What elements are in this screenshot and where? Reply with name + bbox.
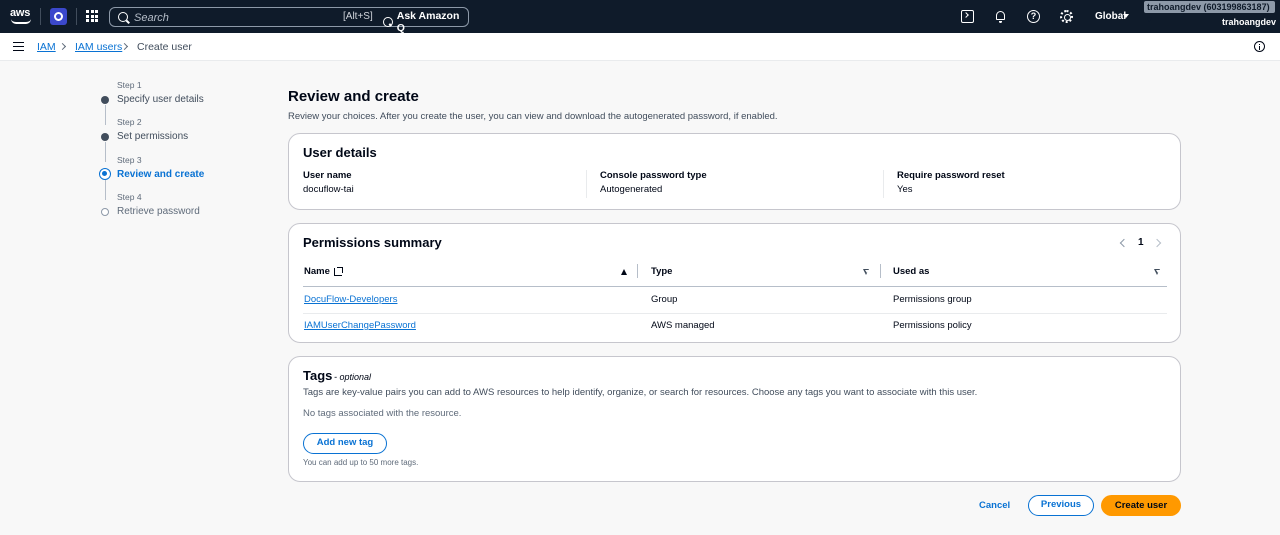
ask-amazon-q-button[interactable]: Ask Amazon Q (383, 10, 468, 34)
cloudshell-icon[interactable] (961, 10, 974, 23)
previous-button[interactable]: Previous (1028, 495, 1094, 516)
aws-logo-smile (11, 19, 31, 24)
column-header-label: Name (304, 266, 330, 277)
sort-icon[interactable] (863, 269, 870, 275)
column-divider (586, 170, 587, 198)
search-input[interactable] (134, 10, 334, 25)
apps-grid-icon[interactable] (86, 10, 98, 22)
column-header-name[interactable]: Name (304, 266, 343, 277)
step-title[interactable]: Set permissions (117, 131, 188, 142)
step-connector (104, 105, 106, 125)
used-as-cell: Permissions group (893, 294, 972, 305)
optional-label: - optional (334, 372, 372, 382)
add-new-tag-button[interactable]: Add new tag (303, 433, 387, 454)
tags-description: Tags are key-value pairs you can add to … (303, 387, 978, 398)
info-icon[interactable] (1254, 41, 1265, 52)
tags-empty-state: No tags associated with the resource. (303, 408, 462, 419)
card-title: Permissions summary (303, 235, 442, 250)
column-header-label: Type (651, 266, 673, 277)
chevron-right-icon (58, 42, 67, 51)
search-box: [Alt+S] Ask Amazon Q (109, 7, 469, 34)
search-icon (118, 12, 128, 22)
step-number: Step 1 (117, 80, 142, 90)
menu-icon[interactable] (13, 42, 24, 51)
region-selector[interactable]: Global (1095, 11, 1126, 22)
password-type-value: Autogenerated (600, 184, 663, 195)
step-completed-icon (101, 133, 109, 141)
external-link-icon (333, 266, 343, 276)
breadcrumb-iam-users[interactable]: IAM users (75, 41, 122, 53)
step-upcoming-icon (101, 208, 109, 216)
user-details-card: User details User name docuflow-tai Cons… (288, 133, 1181, 210)
tags-hint: You can add up to 50 more tags. (303, 458, 419, 467)
breadcrumb-bar: IAM IAM users Create user (0, 33, 1280, 61)
sort-ascending-icon[interactable] (621, 269, 627, 275)
gear-icon[interactable] (1060, 10, 1073, 23)
type-cell: Group (651, 294, 678, 305)
step-active-icon (99, 168, 111, 180)
column-header-type[interactable]: Type (651, 266, 672, 277)
help-icon[interactable]: ? (1027, 10, 1040, 23)
card-title: User details (303, 145, 377, 160)
card-title: Tags (303, 368, 333, 383)
permissions-summary-card: Permissions summary 1 Name Type Used as … (288, 223, 1181, 343)
column-header-label: Used as (893, 266, 930, 277)
cancel-button[interactable]: Cancel (979, 500, 1010, 511)
password-reset-value: Yes (897, 184, 913, 195)
step-connector (104, 180, 106, 200)
step-number: Step 3 (117, 155, 142, 165)
caret-down-icon (1123, 14, 1129, 18)
used-as-cell: Permissions policy (893, 320, 972, 331)
tags-card: Tags - optional Tags are key-value pairs… (288, 356, 1181, 482)
top-navigation: aws [Alt+S] Ask Amazon Q ? Global trahoa… (0, 0, 1280, 34)
breadcrumb-iam[interactable]: IAM (37, 41, 56, 53)
step-number: Step 2 (117, 117, 142, 127)
column-divider[interactable] (880, 264, 881, 278)
account-menu[interactable]: trahoangdev (603199863187) ▾ (1144, 1, 1275, 24)
policy-name-link[interactable]: DocuFlow-Developers (304, 294, 397, 305)
nav-divider (40, 8, 41, 25)
step-title[interactable]: Specify user details (117, 94, 204, 105)
step-title: Review and create (117, 169, 205, 180)
policy-name-link[interactable]: IAMUserChangePassword (304, 320, 416, 331)
user-name-value: docuflow-tai (303, 184, 354, 195)
field-label: Require password reset (897, 170, 1005, 181)
search-shortcut: [Alt+S] (343, 11, 373, 22)
pagination-current-page[interactable]: 1 (1138, 237, 1144, 248)
step-connector (104, 142, 106, 162)
column-divider[interactable] (637, 264, 638, 278)
aws-logo[interactable]: aws (10, 8, 32, 26)
chevron-left-icon[interactable] (1119, 238, 1129, 248)
page-title: Review and create (288, 88, 419, 105)
service-icon[interactable] (50, 8, 67, 25)
create-user-button[interactable]: Create user (1101, 495, 1181, 516)
column-divider (883, 170, 884, 198)
step-completed-icon (101, 96, 109, 104)
column-header-used-as[interactable]: Used as (893, 266, 929, 277)
amazon-q-icon (383, 17, 393, 27)
field-label: User name (303, 170, 352, 181)
row-divider (303, 313, 1167, 314)
step-number: Step 4 (117, 192, 142, 202)
chevron-right-icon[interactable] (1152, 238, 1162, 248)
bell-icon[interactable] (994, 10, 1007, 23)
type-cell: AWS managed (651, 320, 715, 331)
step-title: Retrieve password (117, 206, 200, 217)
ask-amazon-q-label: Ask Amazon Q (396, 10, 460, 34)
sort-icon[interactable] (1154, 269, 1161, 275)
field-label: Console password type (600, 170, 707, 181)
aws-logo-text: aws (10, 7, 31, 19)
account-username[interactable]: trahoangdev (1222, 17, 1276, 27)
page-description: Review your choices. After you create th… (288, 111, 778, 122)
nav-divider (76, 8, 77, 25)
breadcrumb-current: Create user (137, 41, 192, 53)
table-header-border (303, 286, 1167, 287)
